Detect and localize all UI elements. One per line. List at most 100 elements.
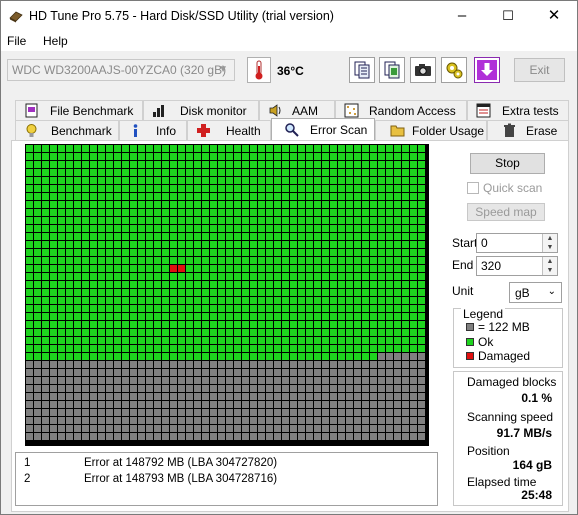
block-cell [394,321,401,328]
tab-erase[interactable]: Erase [487,120,569,140]
quick-scan-checkbox[interactable] [467,182,479,194]
block-cell [306,289,313,296]
block-cell [282,361,289,368]
block-cell [34,265,41,272]
speed-map-button[interactable]: Speed map [467,203,545,221]
tab-extra-tests[interactable]: Extra tests [467,100,569,120]
block-cell [242,153,249,160]
block-cell [362,313,369,320]
tab-random-access[interactable]: Random Access [335,100,467,120]
download-button[interactable] [474,57,500,83]
close-button[interactable]: ✕ [531,1,577,31]
block-cell [90,225,97,232]
error-number: 1 [24,457,31,469]
block-cell [250,353,257,360]
block-cell [178,393,185,400]
block-cell [418,201,425,208]
block-cell [162,177,169,184]
block-cell [314,249,321,256]
block-cell [402,185,409,192]
error-list[interactable]: 1 Error at 148792 MB (LBA 304727820) 2 E… [15,452,438,506]
exit-button[interactable]: Exit [514,58,565,82]
minimize-button[interactable]: – [439,1,485,31]
block-cell [106,225,113,232]
spin-down-icon[interactable]: ▼ [542,243,557,252]
block-cell [370,361,377,368]
block-cell [170,185,177,192]
copy-screenshot-button[interactable] [379,57,405,83]
tab-file-benchmark[interactable]: File Benchmark [15,100,143,120]
block-cell [178,369,185,376]
block-cell [266,425,273,432]
block-cell [370,329,377,336]
block-cell [178,177,185,184]
copy-text-button[interactable] [349,57,375,83]
block-cell [234,433,241,440]
block-cell [202,337,209,344]
block-cell [226,153,233,160]
block-cell [346,345,353,352]
block-cell [74,193,81,200]
block-cell [242,281,249,288]
block-cell [50,241,57,248]
block-cell [298,417,305,424]
block-cell [402,297,409,304]
block-cell [234,281,241,288]
block-cell [322,377,329,384]
block-cell [138,409,145,416]
unit-select[interactable]: gB ⌄ [509,282,562,303]
tab-folder-usage[interactable]: Folder Usage [375,120,487,140]
block-cell [370,321,377,328]
end-spinner[interactable]: 320 ▲ ▼ [476,256,558,276]
block-cell [218,385,225,392]
block-cell [26,209,33,216]
block-cell [106,289,113,296]
maximize-button[interactable]: ☐ [485,1,531,31]
block-cell [306,201,313,208]
drive-select[interactable]: WDC WD3200AAJS-00YZCA0 (320 gB) ▼ [7,59,235,81]
block-cell [114,265,121,272]
block-cell [74,249,81,256]
block-cell [298,433,305,440]
block-cell [138,305,145,312]
tab-benchmark[interactable]: Benchmark [15,120,119,140]
block-cell [74,337,81,344]
block-cell [74,241,81,248]
block-cell [74,153,81,160]
block-cell [210,193,217,200]
block-cell [274,305,281,312]
block-cell [250,417,257,424]
block-cell [58,305,65,312]
block-cell [114,257,121,264]
block-cell [226,385,233,392]
start-spinner[interactable]: 0 ▲ ▼ [476,233,558,253]
block-cell [258,369,265,376]
block-cell [322,393,329,400]
block-cell [58,225,65,232]
menu-file[interactable]: File [7,34,26,48]
stop-button[interactable]: Stop [470,153,545,174]
block-cell [290,257,297,264]
block-cell [186,161,193,168]
tab-error-scan[interactable]: Error Scan [271,118,375,140]
tab-disk-monitor[interactable]: Disk monitor [143,100,259,120]
block-cell [202,345,209,352]
block-cell [106,169,113,176]
tab-aam[interactable]: AAM [259,100,335,120]
block-cell [242,417,249,424]
options-button[interactable] [441,57,467,83]
spin-down-icon[interactable]: ▼ [542,266,557,275]
menu-help[interactable]: Help [43,34,68,48]
block-cell [90,257,97,264]
block-cell [330,425,337,432]
block-cell [378,433,385,440]
block-cell [194,345,201,352]
tab-health[interactable]: Health [187,120,271,140]
block-cell [306,225,313,232]
tab-info[interactable]: Info [119,120,187,140]
block-cell [170,233,177,240]
block-cell [50,209,57,216]
block-cell [386,193,393,200]
block-cell [370,177,377,184]
screenshot-button[interactable] [410,57,436,83]
